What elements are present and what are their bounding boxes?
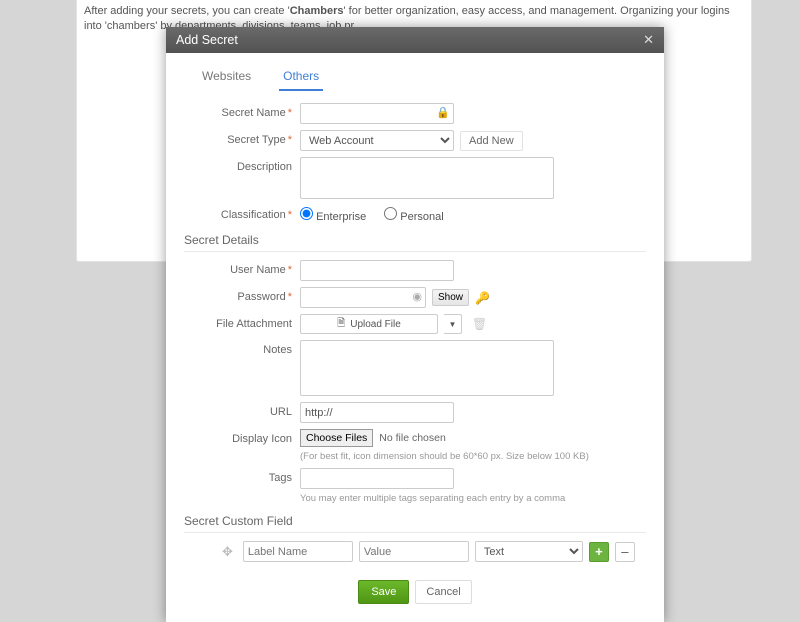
modal-header: Add Secret ✕ xyxy=(166,27,664,53)
label-description: Description xyxy=(184,157,300,173)
tab-websites[interactable]: Websites xyxy=(198,65,255,91)
secret-type-select[interactable]: Web Account xyxy=(300,130,454,151)
label-url: URL xyxy=(184,402,300,418)
tab-others[interactable]: Others xyxy=(279,65,323,91)
tab-bar: Websites Others xyxy=(198,65,646,91)
display-icon-hint: (For best fit, icon dimension should be … xyxy=(300,451,589,462)
no-file-chosen: No file chosen xyxy=(379,432,446,444)
bg-text-pre: After adding your secrets, you can creat… xyxy=(84,5,290,17)
cancel-button[interactable]: Cancel xyxy=(415,580,471,604)
label-notes: Notes xyxy=(184,340,300,356)
custom-field-row: ✥ Text + – xyxy=(222,541,646,562)
eye-icon[interactable]: ◉ xyxy=(412,290,422,303)
trash-icon[interactable]: 🗑 xyxy=(472,317,487,331)
secret-name-input[interactable] xyxy=(300,103,454,124)
generate-password-icon[interactable]: 🔑 xyxy=(475,291,490,305)
label-classification: Classification* xyxy=(184,205,300,221)
user-name-input[interactable] xyxy=(300,260,454,281)
password-input[interactable] xyxy=(300,287,426,308)
description-input[interactable] xyxy=(300,157,554,199)
label-tags: Tags xyxy=(184,468,300,484)
choose-files-button[interactable]: Choose Files xyxy=(300,429,373,447)
save-button[interactable]: Save xyxy=(358,580,409,604)
label-secret-name: Secret Name* xyxy=(184,103,300,119)
label-secret-type: Secret Type* xyxy=(184,130,300,146)
upload-icon: 🗎 xyxy=(337,316,345,333)
tags-input[interactable] xyxy=(300,468,454,489)
add-secret-modal: Add Secret ✕ Websites Others Secret Name… xyxy=(166,27,664,622)
upload-file-dropdown[interactable]: ▼ xyxy=(444,314,462,334)
label-display-icon: Display Icon xyxy=(184,429,300,445)
modal-footer: Save Cancel xyxy=(184,580,646,604)
remove-field-button[interactable]: – xyxy=(615,542,635,562)
lock-icon: 🔒 xyxy=(436,106,450,119)
modal-title: Add Secret xyxy=(176,33,643,47)
add-field-button[interactable]: + xyxy=(589,542,609,562)
bg-text-bold: Chambers xyxy=(290,5,344,17)
notes-input[interactable] xyxy=(300,340,554,396)
upload-file-button[interactable]: 🗎 Upload File xyxy=(300,314,438,334)
custom-type-select[interactable]: Text xyxy=(475,541,583,562)
label-password: Password* xyxy=(184,287,300,303)
section-custom-field: Secret Custom Field xyxy=(184,514,646,533)
classification-enterprise[interactable]: Enterprise xyxy=(300,207,366,223)
classification-personal[interactable]: Personal xyxy=(384,207,443,223)
custom-value-input[interactable] xyxy=(359,541,469,562)
show-password-button[interactable]: Show xyxy=(432,289,469,306)
label-file-attachment: File Attachment xyxy=(184,314,300,330)
modal-body: Websites Others Secret Name* 🔒 Secret Ty… xyxy=(166,53,664,622)
add-new-type-button[interactable]: Add New xyxy=(460,131,523,151)
label-user-name: User Name* xyxy=(184,260,300,276)
section-secret-details: Secret Details xyxy=(184,233,646,252)
custom-label-input[interactable] xyxy=(243,541,353,562)
close-icon[interactable]: ✕ xyxy=(643,32,654,48)
tags-hint: You may enter multiple tags separating e… xyxy=(300,493,565,504)
url-input[interactable] xyxy=(300,402,454,423)
drag-handle-icon[interactable]: ✥ xyxy=(222,544,233,560)
